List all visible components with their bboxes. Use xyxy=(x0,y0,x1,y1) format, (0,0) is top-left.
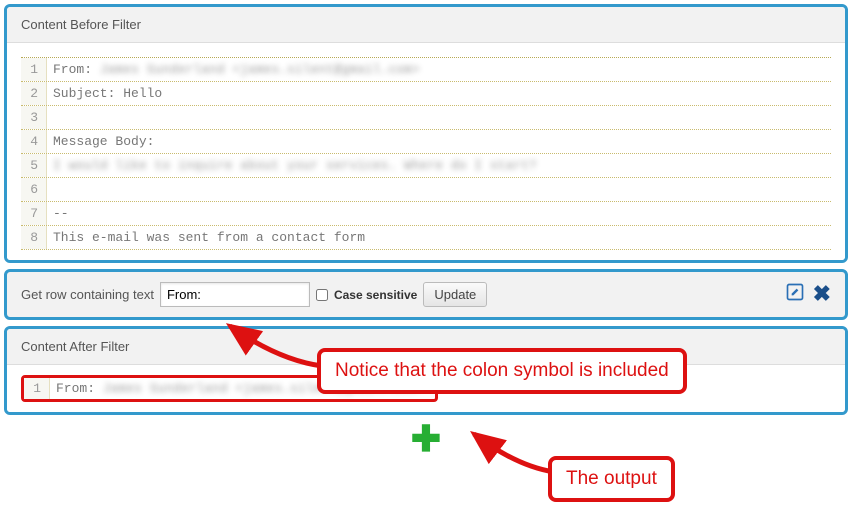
line-num: 8 xyxy=(21,226,47,249)
arrow-icon xyxy=(466,428,558,478)
panel-before: Content Before Filter 1From: James Sunde… xyxy=(4,4,848,263)
code-text: -- xyxy=(47,206,69,221)
code-line: 3 xyxy=(21,106,831,130)
arrow-icon xyxy=(218,320,326,372)
line-num: 4 xyxy=(21,130,47,153)
case-sensitive-checkbox[interactable] xyxy=(316,289,328,301)
code-line: 8This e-mail was sent from a contact for… xyxy=(21,226,831,250)
filter-label: Get row containing text xyxy=(21,287,154,302)
filter-actions: ✖ xyxy=(785,282,831,305)
line-num: 1 xyxy=(21,58,47,81)
line-num: 5 xyxy=(21,154,47,177)
code-text: I would like to inquire about your servi… xyxy=(47,158,537,173)
code-line: 5I would like to inquire about your serv… xyxy=(21,154,831,178)
panel-before-header: Content Before Filter xyxy=(7,7,845,43)
callout-output: The output xyxy=(548,456,675,502)
line-num: 3 xyxy=(21,106,47,129)
panel-before-body: 1From: James Sunderland <james.silent@gm… xyxy=(7,43,845,260)
code-before: 1From: James Sunderland <james.silent@gm… xyxy=(21,57,831,250)
code-text: Subject: Hello xyxy=(47,86,162,101)
close-icon[interactable]: ✖ xyxy=(813,283,831,305)
line-num: 7 xyxy=(21,202,47,225)
line-num: 6 xyxy=(21,178,47,201)
line-num: 2 xyxy=(21,82,47,105)
add-row: ✚ xyxy=(4,421,848,457)
code-line: 7-- xyxy=(21,202,831,226)
callout-colon: Notice that the colon symbol is included xyxy=(317,348,687,394)
code-line: 4Message Body: xyxy=(21,130,831,154)
update-button[interactable]: Update xyxy=(423,282,487,307)
line-num: 1 xyxy=(24,378,50,399)
case-sensitive-label: Case sensitive xyxy=(334,288,417,302)
code-line: 1From: James Sunderland <james.silent@gm… xyxy=(21,58,831,82)
code-text: This e-mail was sent from a contact form xyxy=(47,230,365,245)
edit-icon[interactable] xyxy=(785,282,805,305)
plus-icon[interactable]: ✚ xyxy=(411,418,441,459)
filter-panel: Get row containing text Case sensitive U… xyxy=(4,269,848,320)
code-line: 2Subject: Hello xyxy=(21,82,831,106)
code-text: Message Body: xyxy=(47,134,154,149)
code-text: From: James Sunderland <james.silent@gma… xyxy=(47,62,420,77)
code-line: 6 xyxy=(21,178,831,202)
filter-text-input[interactable] xyxy=(160,282,310,307)
